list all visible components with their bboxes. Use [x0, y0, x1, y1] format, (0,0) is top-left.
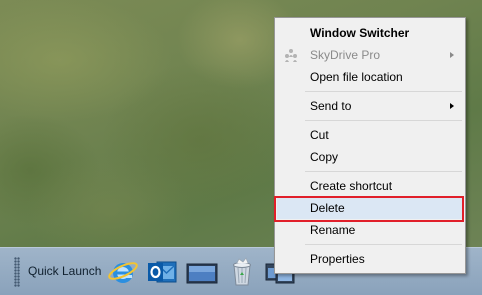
menu-item-label: SkyDrive Pro: [310, 48, 381, 62]
menu-item-send-to[interactable]: Send to: [277, 95, 463, 117]
recycle-bin-icon[interactable]: [226, 256, 258, 288]
menu-item-copy[interactable]: Copy: [277, 146, 463, 168]
menu-item-properties[interactable]: Properties: [277, 248, 463, 270]
menu-item-label: Open file location: [310, 70, 403, 84]
menu-item-skydrive-pro[interactable]: SkyDrive Pro: [277, 44, 463, 66]
skydrive-pro-icon: [283, 47, 299, 63]
menu-item-window-switcher[interactable]: Window Switcher: [277, 22, 463, 44]
menu-separator: [305, 91, 462, 92]
delete-highlight-box: [274, 196, 464, 222]
menu-item-cut[interactable]: Cut: [277, 124, 463, 146]
menu-separator: [305, 244, 462, 245]
context-menu: Window Switcher SkyDrive Pro Open file l…: [274, 17, 466, 274]
menu-item-label: Create shortcut: [310, 179, 393, 193]
menu-item-create-shortcut[interactable]: Create shortcut: [277, 175, 463, 197]
menu-separator: [305, 171, 462, 172]
submenu-arrow-icon: [450, 52, 454, 58]
menu-item-label: Window Switcher: [310, 26, 410, 40]
internet-explorer-icon[interactable]: [107, 256, 139, 288]
menu-item-open-file-location[interactable]: Open file location: [277, 66, 463, 88]
toolbar-grip[interactable]: [14, 257, 20, 287]
menu-item-label: Copy: [310, 150, 339, 164]
outlook-icon[interactable]: [146, 256, 178, 288]
menu-item-rename[interactable]: Rename: [277, 219, 463, 241]
menu-item-label: Rename: [310, 223, 356, 237]
menu-item-label: Send to: [310, 99, 352, 113]
quick-launch-label: Quick Launch: [28, 264, 102, 278]
menu-item-label: Properties: [310, 252, 365, 266]
menu-item-label: Cut: [310, 128, 329, 142]
menu-separator: [305, 120, 462, 121]
submenu-arrow-icon: [450, 103, 454, 109]
show-desktop-icon[interactable]: [186, 256, 218, 288]
